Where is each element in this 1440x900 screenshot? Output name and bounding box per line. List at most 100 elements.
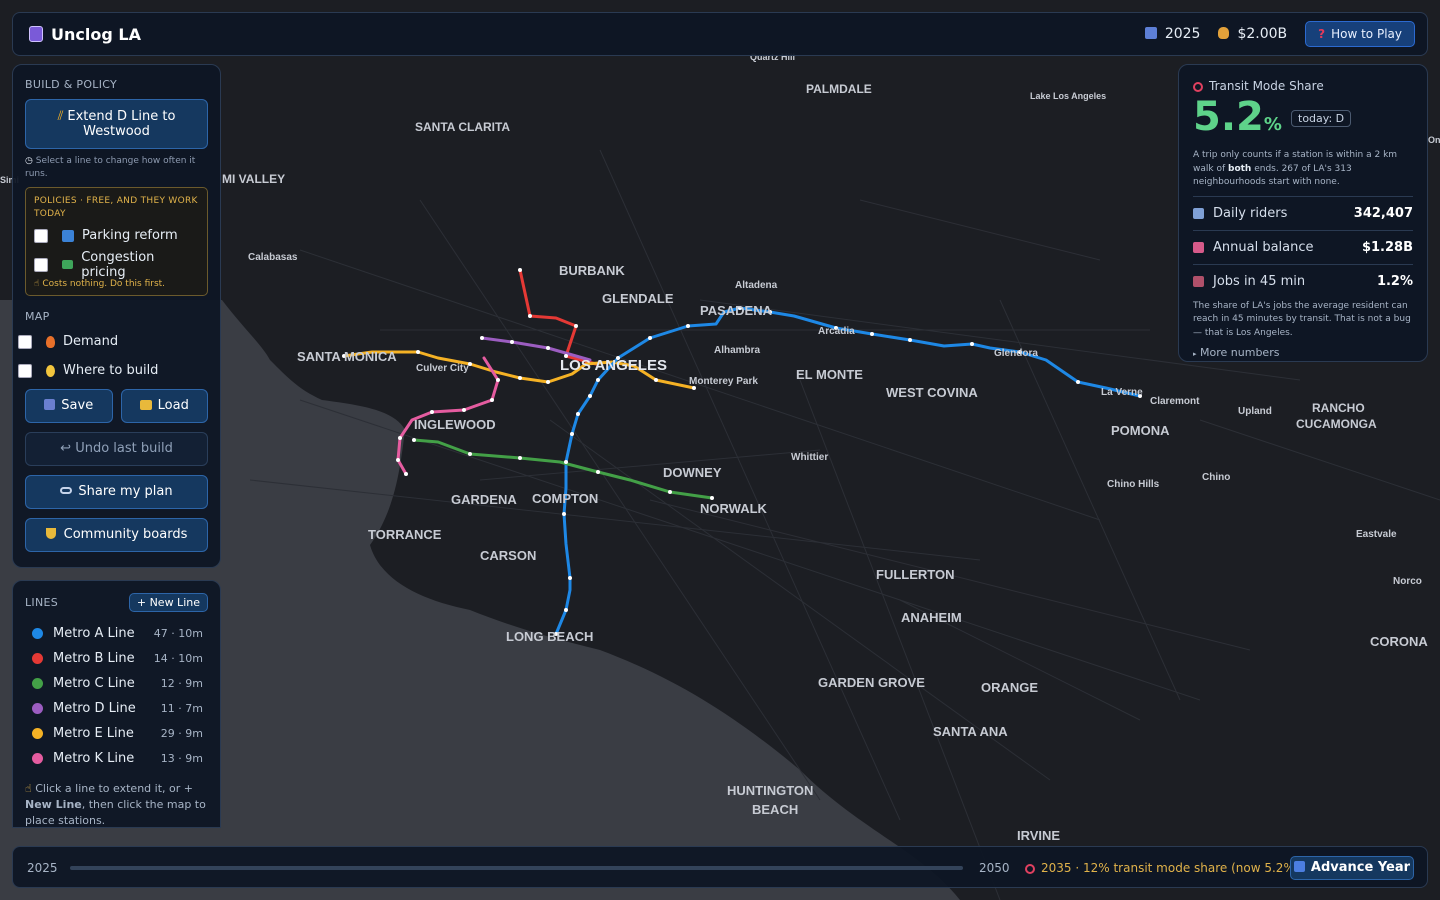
map-label: Chino Hills — [1107, 479, 1160, 490]
line-name: Metro D Line — [53, 701, 136, 716]
policy-label: Parking reform — [82, 228, 178, 243]
jobs-description: The share of LA's jobs the average resid… — [1193, 300, 1411, 338]
line-name: Metro E Line — [53, 726, 134, 741]
map-label: PASADENA — [700, 303, 773, 318]
timeline-slider[interactable] — [70, 866, 963, 870]
map-label: IRVINE — [1017, 828, 1060, 843]
map-label: Chino — [1202, 472, 1230, 483]
map-label: Arcadia — [818, 326, 855, 337]
stat-annual-balance: Annual balance $1.28B — [1193, 231, 1413, 265]
policy-parking-reform[interactable]: Parking reform — [34, 221, 199, 250]
timeline-end-year: 2050 — [979, 861, 1010, 875]
policies-title: POLICIES · FREE, AND THEY WORK TODAY — [34, 196, 198, 219]
mode-share-description: A trip only counts if a station is withi… — [1193, 150, 1398, 187]
map-label: BEACH — [752, 802, 798, 817]
line-color-dot — [32, 678, 43, 689]
money-icon — [61, 260, 74, 269]
map-label: HUNTINGTON — [727, 783, 813, 798]
map-label: GARDEN GROVE — [818, 675, 925, 690]
target-icon — [1193, 82, 1203, 92]
toggle-demand[interactable]: Demand — [18, 327, 208, 356]
undo-icon: ↩ — [60, 441, 72, 456]
briefcase-icon — [1193, 275, 1204, 287]
fire-icon — [46, 335, 55, 348]
line-color-dot — [32, 653, 43, 664]
how-to-play-button[interactable]: ? How to Play — [1305, 21, 1415, 47]
map-label: Whittier — [791, 452, 828, 463]
timeline-goal: 2035 · 12% transit mode share (now 5.2%) — [1025, 861, 1300, 875]
trophy-icon — [45, 528, 56, 539]
line-item-a[interactable]: Metro A Line 47 · 10m — [25, 621, 208, 646]
line-item-b[interactable]: Metro B Line 14 · 10m — [25, 646, 208, 671]
map-label: Glendora — [994, 348, 1038, 359]
disk-icon — [44, 399, 56, 410]
line-item-d[interactable]: Metro D Line 11 · 7m — [25, 696, 208, 721]
map-label: SANTA ANA — [933, 724, 1008, 739]
map-label: Altadena — [735, 280, 778, 291]
timeline-start-year: 2025 — [27, 861, 58, 875]
map-label: Lake Los Angeles — [1030, 91, 1106, 101]
map-label: CUCAMONGA — [1296, 417, 1377, 431]
stat-daily-riders: Daily riders 342,407 — [1193, 197, 1413, 231]
where-to-build-checkbox[interactable] — [18, 363, 32, 378]
clock-icon: ◷ — [25, 156, 33, 166]
top-bar: Unclog LA 2025 $2.00B ? How to Play — [12, 12, 1428, 56]
stats-panel: Transit Mode Share 5.2% today: D A trip … — [1178, 64, 1428, 362]
balance-icon — [1193, 241, 1204, 253]
advance-year-button[interactable]: Advance Year — [1290, 856, 1414, 880]
map-label: ANAHEIM — [901, 610, 962, 625]
map-label: Claremont — [1150, 396, 1200, 407]
map-label: Eastvale — [1356, 529, 1397, 540]
toggle-label: Where to build — [63, 363, 159, 378]
triangle-icon: ▸ — [1193, 350, 1197, 358]
lines-panel: LINES + New Line Metro A Line 47 · 10m Me… — [12, 580, 221, 828]
parking-reform-checkbox[interactable] — [34, 228, 48, 243]
congestion-pricing-checkbox[interactable] — [34, 257, 48, 272]
map-label: SANTA MONICA — [297, 349, 397, 364]
parking-icon — [62, 229, 74, 242]
map-label: WEST COVINA — [886, 385, 978, 400]
map-label: PALMDALE — [806, 82, 872, 96]
extend-d-line-button[interactable]: ⫽ Extend D Line to Westwood — [25, 99, 208, 149]
map-label: Culver City — [416, 363, 469, 374]
map-label: Alhambra — [714, 345, 761, 356]
map-label: ORANGE — [981, 680, 1038, 695]
line-item-c[interactable]: Metro C Line 12 · 9m — [25, 671, 208, 696]
timeline-bar: 2025 2050 2035 · 12% transit mode share … — [12, 846, 1428, 888]
line-color-dot — [32, 628, 43, 639]
demand-checkbox[interactable] — [18, 334, 32, 349]
map-label: DOWNEY — [663, 465, 722, 480]
save-button[interactable]: Save — [25, 389, 113, 423]
link-icon — [60, 487, 73, 494]
toggle-where-to-build[interactable]: Where to build — [18, 356, 208, 385]
policy-label: Congestion pricing — [81, 249, 155, 280]
line-color-dot — [32, 753, 43, 764]
map-label: POMONA — [1111, 423, 1170, 438]
policies-box: POLICIES · FREE, AND THEY WORK TODAY Par… — [25, 187, 208, 296]
map-label: Ontario — [1428, 135, 1440, 145]
mode-share-value: 5.2% today: D — [1193, 95, 1413, 147]
map-label: BURBANK — [559, 263, 625, 278]
line-stat: 29 · 9m — [160, 727, 203, 740]
mode-share-title: Transit Mode Share — [1193, 79, 1413, 93]
policy-congestion-pricing[interactable]: Congestion pricing — [34, 249, 199, 280]
map-label: COMPTON — [532, 491, 598, 506]
share-plan-button[interactable]: Share my plan — [25, 475, 208, 509]
frequency-hint: ◷ Select a line to change how often it r… — [25, 156, 196, 179]
load-button[interactable]: Load — [120, 389, 208, 423]
map-label: SANTA CLARITA — [415, 120, 510, 134]
more-numbers-toggle[interactable]: ▸ More numbers — [1193, 346, 1413, 359]
lines-hint: ☝ Click a line to extend it, or + New Li… — [25, 782, 206, 827]
new-line-button[interactable]: + New Line — [128, 593, 208, 612]
line-item-e[interactable]: Metro E Line 29 · 9m — [25, 721, 208, 746]
community-boards-button[interactable]: Community boards — [25, 518, 208, 552]
map-label: Norco — [1393, 576, 1422, 587]
line-stat: 12 · 9m — [160, 677, 203, 690]
today-badge: today: D — [1291, 110, 1352, 127]
undo-button[interactable]: ↩ Undo last build — [25, 432, 208, 466]
line-item-k[interactable]: Metro K Line 13 · 9m — [25, 746, 208, 771]
app-title: Unclog LA — [29, 25, 141, 44]
map-label: TORRANCE — [368, 527, 442, 542]
map-label: INGLEWOOD — [414, 417, 496, 432]
line-name: Metro K Line — [53, 751, 135, 766]
